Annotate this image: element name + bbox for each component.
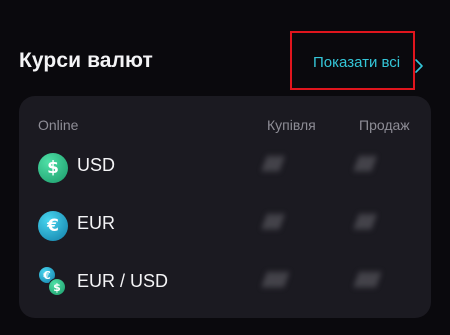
page-title: Курси валют [19, 49, 153, 72]
chevron-right-icon [415, 59, 423, 73]
eur-coin-icon: € [38, 211, 68, 241]
eur-usd-coin-icon: € $ [38, 266, 68, 298]
show-all-button[interactable]: Показати всі [290, 31, 423, 90]
currency-code: USD [77, 155, 116, 175]
sell-rate-blurred: ///// [355, 270, 379, 292]
rate-row-eur[interactable]: € EUR //// //// [19, 200, 431, 254]
column-header-online: Online [38, 117, 79, 133]
buy-rate-blurred: ///// [263, 270, 287, 292]
column-header-sell: Продаж [359, 117, 410, 133]
rates-header: Курси валют Показати всі [0, 0, 450, 96]
rates-card: Online Купівля Продаж $ USD //// //// € … [19, 96, 431, 318]
show-all-label: Показати всі [313, 54, 401, 71]
usd-mini-icon: $ [48, 278, 66, 296]
rate-row-eur-usd[interactable]: € $ EUR / USD ///// ///// [19, 258, 431, 312]
buy-rate-blurred: //// [263, 212, 282, 234]
rate-row-usd[interactable]: $ USD //// //// [19, 142, 431, 196]
column-header-buy: Купівля [267, 117, 316, 133]
buy-rate-blurred: //// [263, 154, 282, 176]
sell-rate-blurred: //// [355, 154, 374, 176]
usd-coin-icon: $ [38, 153, 68, 183]
currency-code: EUR [77, 213, 116, 233]
sell-rate-blurred: //// [355, 212, 374, 234]
currency-code: EUR / USD [77, 271, 169, 291]
